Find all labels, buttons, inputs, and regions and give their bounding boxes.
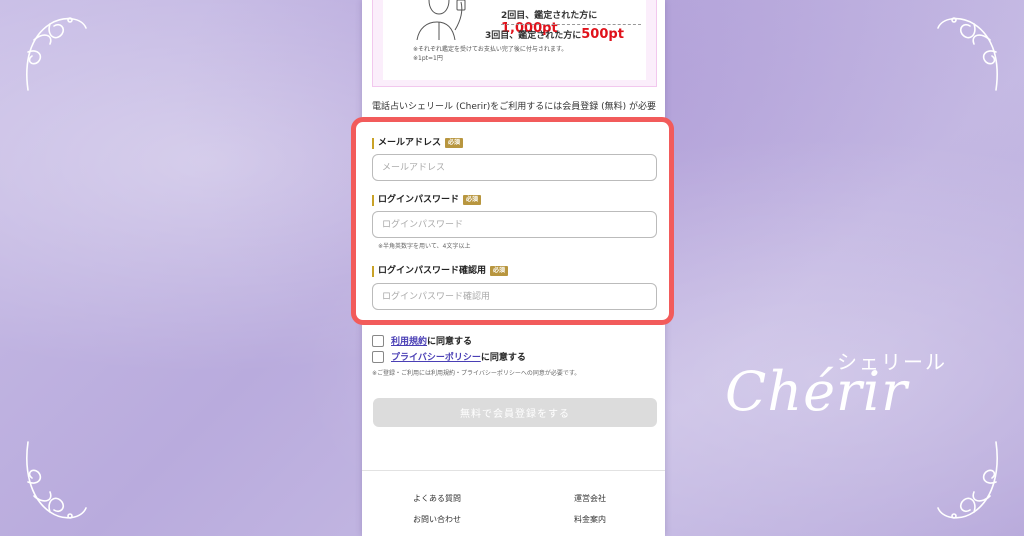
corner-ornament-bottom-right-icon — [937, 441, 998, 519]
password-confirm-field[interactable] — [372, 283, 657, 310]
required-badge: 必須 — [445, 138, 464, 148]
footer-link-contact[interactable]: お問い合わせ — [413, 514, 461, 525]
promo-inner: 2回目、鑑定された方に1,000pt 3回目、鑑定された方に500pt ※それぞ… — [383, 0, 646, 80]
email-label-text: メールアドレス — [378, 138, 442, 148]
footer-divider — [362, 470, 665, 471]
privacy-policy-link[interactable]: プライバシーポリシー — [391, 350, 481, 363]
email-field[interactable] — [372, 154, 657, 181]
privacy-agreement-row: プライバシーポリシー に同意する — [372, 350, 526, 363]
privacy-checkbox[interactable] — [372, 350, 384, 363]
promo-note: ※それぞれ鑑定を受けてお支払い完了後に付与されます。 — [413, 46, 568, 53]
footer-link-faq[interactable]: よくある質問 — [413, 493, 461, 504]
footer-link-pricing[interactable]: 料金案内 — [574, 514, 606, 525]
password-field[interactable] — [372, 211, 657, 238]
promo-divider — [501, 24, 641, 25]
footer-link-company[interactable]: 運営会社 — [574, 493, 606, 504]
password-label: ログインパスワード 必須 — [372, 195, 482, 206]
register-submit-button[interactable]: 無料で会員登録をする — [373, 398, 657, 427]
terms-link[interactable]: 利用規約 — [391, 334, 427, 347]
required-badge: 必須 — [463, 195, 482, 205]
privacy-suffix: に同意する — [480, 353, 526, 363]
terms-agreement-row: 利用規約 に同意する — [372, 334, 472, 347]
password-confirm-label-text: ログインパスワード確認用 — [378, 266, 487, 276]
promo-banner: 2回目、鑑定された方に1,000pt 3回目、鑑定された方に500pt ※それぞ… — [372, 0, 657, 87]
corner-ornament-bottom-left-icon — [26, 441, 87, 519]
brand-logo: シェリール Chérir — [725, 340, 955, 440]
password-hint: ※半角英数字を用いて、4文字以上 — [378, 243, 471, 250]
password-confirm-label: ログインパスワード確認用 必須 — [372, 266, 509, 277]
person-with-phone-illustration-icon — [416, 0, 466, 40]
agreement-note: ※ご登録・ご利用には利用規約・プライバシーポリシーへの同意が必要です。 — [372, 370, 581, 377]
promo-points-third: 500pt — [581, 27, 624, 42]
password-label-text: ログインパスワード — [378, 195, 460, 205]
terms-suffix: に同意する — [427, 337, 473, 347]
promo-line-second-text: 2回目、鑑定された方に — [501, 11, 598, 21]
promo-line-third: 3回目、鑑定された方に500pt — [485, 27, 624, 42]
required-badge: 必須 — [490, 266, 509, 276]
terms-checkbox[interactable] — [372, 334, 384, 347]
corner-ornament-top-left-icon — [26, 17, 87, 91]
corner-ornament-top-right-icon — [937, 17, 998, 91]
promo-line-third-text: 3回目、鑑定された方に — [485, 31, 582, 41]
email-label: メールアドレス 必須 — [372, 138, 464, 149]
promo-rate-note: ※1pt=1円 — [413, 55, 443, 62]
brand-script: Chérir — [725, 360, 908, 423]
